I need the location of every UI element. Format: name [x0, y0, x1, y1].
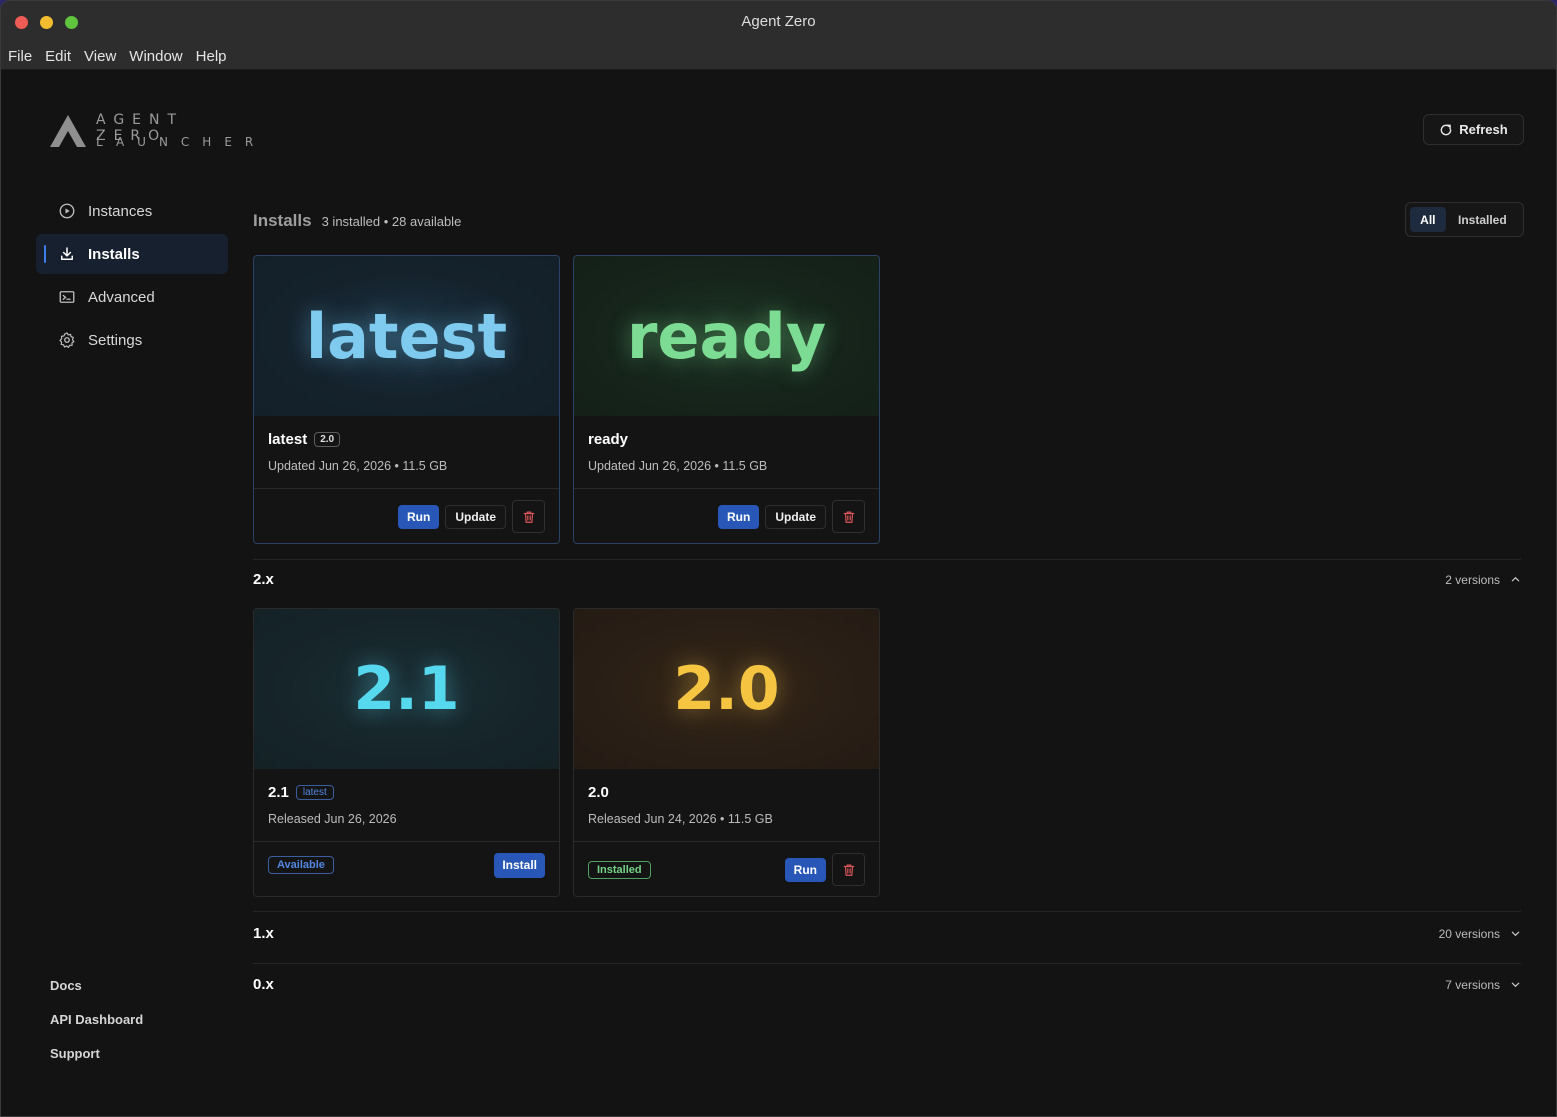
menu-edit[interactable]: Edit: [45, 48, 71, 65]
support-link[interactable]: Support: [50, 1046, 143, 1080]
sidebar-item-label: Instances: [88, 202, 153, 220]
card-hero: ready: [574, 256, 879, 416]
run-button[interactable]: Run: [784, 857, 826, 882]
page-title: Installs: [253, 211, 312, 230]
status-badge: Available: [268, 856, 334, 874]
app-window: Agent Zero File Edit View Window Help AG…: [0, 0, 1557, 1117]
download-icon: [61, 247, 73, 260]
trash-icon: [843, 510, 854, 523]
card-title: ready: [588, 431, 629, 448]
card-actions: Run Update: [574, 488, 879, 543]
menu-help[interactable]: Help: [196, 48, 227, 65]
status-badge: Installed: [588, 860, 651, 879]
sidebar-item-label: Installs: [88, 245, 140, 263]
filter-toggle: All Installed: [1405, 202, 1524, 237]
update-button[interactable]: Update: [445, 504, 506, 529]
latest-badge: latest: [295, 785, 334, 800]
version-group-2x[interactable]: 2.x 2 versions: [253, 559, 1521, 599]
version-group-1x[interactable]: 1.x 20 versions: [253, 911, 1521, 955]
group-count-text: 2 versions: [1445, 572, 1500, 587]
chevron-down-icon[interactable]: [1510, 928, 1521, 939]
version-card-2-1[interactable]: 2.1 2.1 latest Released Jun 26, 2026 Ava…: [253, 608, 560, 897]
card-actions: Available Install: [254, 841, 559, 888]
chevron-up-icon[interactable]: [1510, 574, 1521, 585]
sidebar-item-label: Advanced: [88, 288, 155, 306]
logo-mark-icon: [50, 115, 86, 147]
group-count: 20 versions: [1439, 927, 1521, 941]
install-card-ready[interactable]: ready ready Updated Jun 26, 2026 • 11.5 …: [573, 255, 880, 544]
sidebar-item-advanced[interactable]: Advanced: [36, 277, 228, 317]
refresh-icon: [1440, 124, 1452, 135]
card-title: latest: [268, 431, 308, 448]
refresh-button[interactable]: Refresh: [1423, 114, 1524, 145]
card-hero: 2.1: [254, 609, 559, 769]
install-button[interactable]: Install: [494, 852, 545, 878]
run-button[interactable]: Run: [398, 504, 440, 529]
refresh-label: Refresh: [1459, 122, 1508, 137]
sidebar-item-settings[interactable]: Settings: [36, 320, 228, 360]
sidebar-item-label: Settings: [88, 331, 143, 349]
group-count-text: 20 versions: [1438, 926, 1500, 941]
main-content: AGENT ZERO LAUNCHER Refresh Instances In…: [1, 71, 1556, 1116]
card-title: 2.1: [268, 784, 289, 801]
delete-button[interactable]: [832, 500, 865, 533]
filter-all-button[interactable]: All: [1410, 207, 1446, 232]
card-meta: Updated Jun 26, 2026 • 11.5 GB: [268, 459, 448, 473]
group-label: 0.x: [253, 976, 274, 993]
play-circle-icon: [59, 203, 75, 219]
card-hero: latest: [254, 256, 559, 416]
window-title: Agent Zero: [741, 13, 816, 30]
trash-icon: [523, 510, 534, 523]
menu-window[interactable]: Window: [129, 48, 182, 65]
group-label: 1.x: [253, 925, 274, 942]
install-card-latest[interactable]: latest latest 2.0 Updated Jun 26, 2026 •…: [253, 255, 560, 544]
app-logo: AGENT ZERO LAUNCHER: [48, 111, 263, 151]
card-meta: Updated Jun 26, 2026 • 11.5 GB: [588, 459, 768, 473]
sidebar-footer: Docs API Dashboard Support: [50, 978, 143, 1080]
delete-button[interactable]: [512, 500, 545, 533]
card-actions: Run Update: [254, 488, 559, 543]
group-count: 7 versions: [1445, 978, 1521, 992]
gear-icon: [59, 332, 75, 348]
docs-link[interactable]: Docs: [50, 978, 143, 1012]
group-label: 2.x: [253, 571, 274, 588]
logo-text-bottom: LAUNCHER: [96, 135, 267, 149]
sidebar-nav: Instances Installs Advanced Settings: [36, 191, 228, 363]
card-meta: Released Jun 24, 2026 • 11.5 GB: [588, 812, 773, 826]
version-badge: 2.0: [314, 432, 341, 447]
menu-file[interactable]: File: [8, 48, 32, 65]
update-button[interactable]: Update: [765, 504, 826, 529]
installs-header: Installs 3 installed • 28 available: [253, 211, 461, 231]
chevron-down-icon[interactable]: [1510, 979, 1521, 990]
filter-installed-button[interactable]: Installed: [1446, 207, 1519, 232]
menu-bar: File Edit View Window Help: [1, 44, 1556, 70]
installs-count: 3 installed • 28 available: [321, 214, 462, 229]
group-count-text: 7 versions: [1445, 977, 1500, 992]
card-actions: Installed Run: [574, 841, 879, 896]
delete-button[interactable]: [832, 853, 865, 886]
sidebar-item-installs[interactable]: Installs: [36, 234, 228, 274]
run-button[interactable]: Run: [718, 504, 760, 529]
trash-icon: [843, 863, 854, 876]
menu-view[interactable]: View: [84, 48, 116, 65]
version-card-2-0[interactable]: 2.0 2.0 Released Jun 24, 2026 • 11.5 GB …: [573, 608, 880, 897]
card-title: 2.0: [588, 784, 609, 801]
version-group-0x[interactable]: 0.x 7 versions: [253, 963, 1521, 1005]
card-meta: Released Jun 26, 2026: [268, 812, 397, 826]
sidebar-item-instances[interactable]: Instances: [36, 191, 228, 231]
api-dashboard-link[interactable]: API Dashboard: [50, 1012, 143, 1046]
terminal-icon: [59, 291, 75, 303]
title-bar: Agent Zero: [1, 1, 1556, 44]
group-count: 2 versions: [1445, 573, 1521, 587]
card-hero: 2.0: [574, 609, 879, 769]
